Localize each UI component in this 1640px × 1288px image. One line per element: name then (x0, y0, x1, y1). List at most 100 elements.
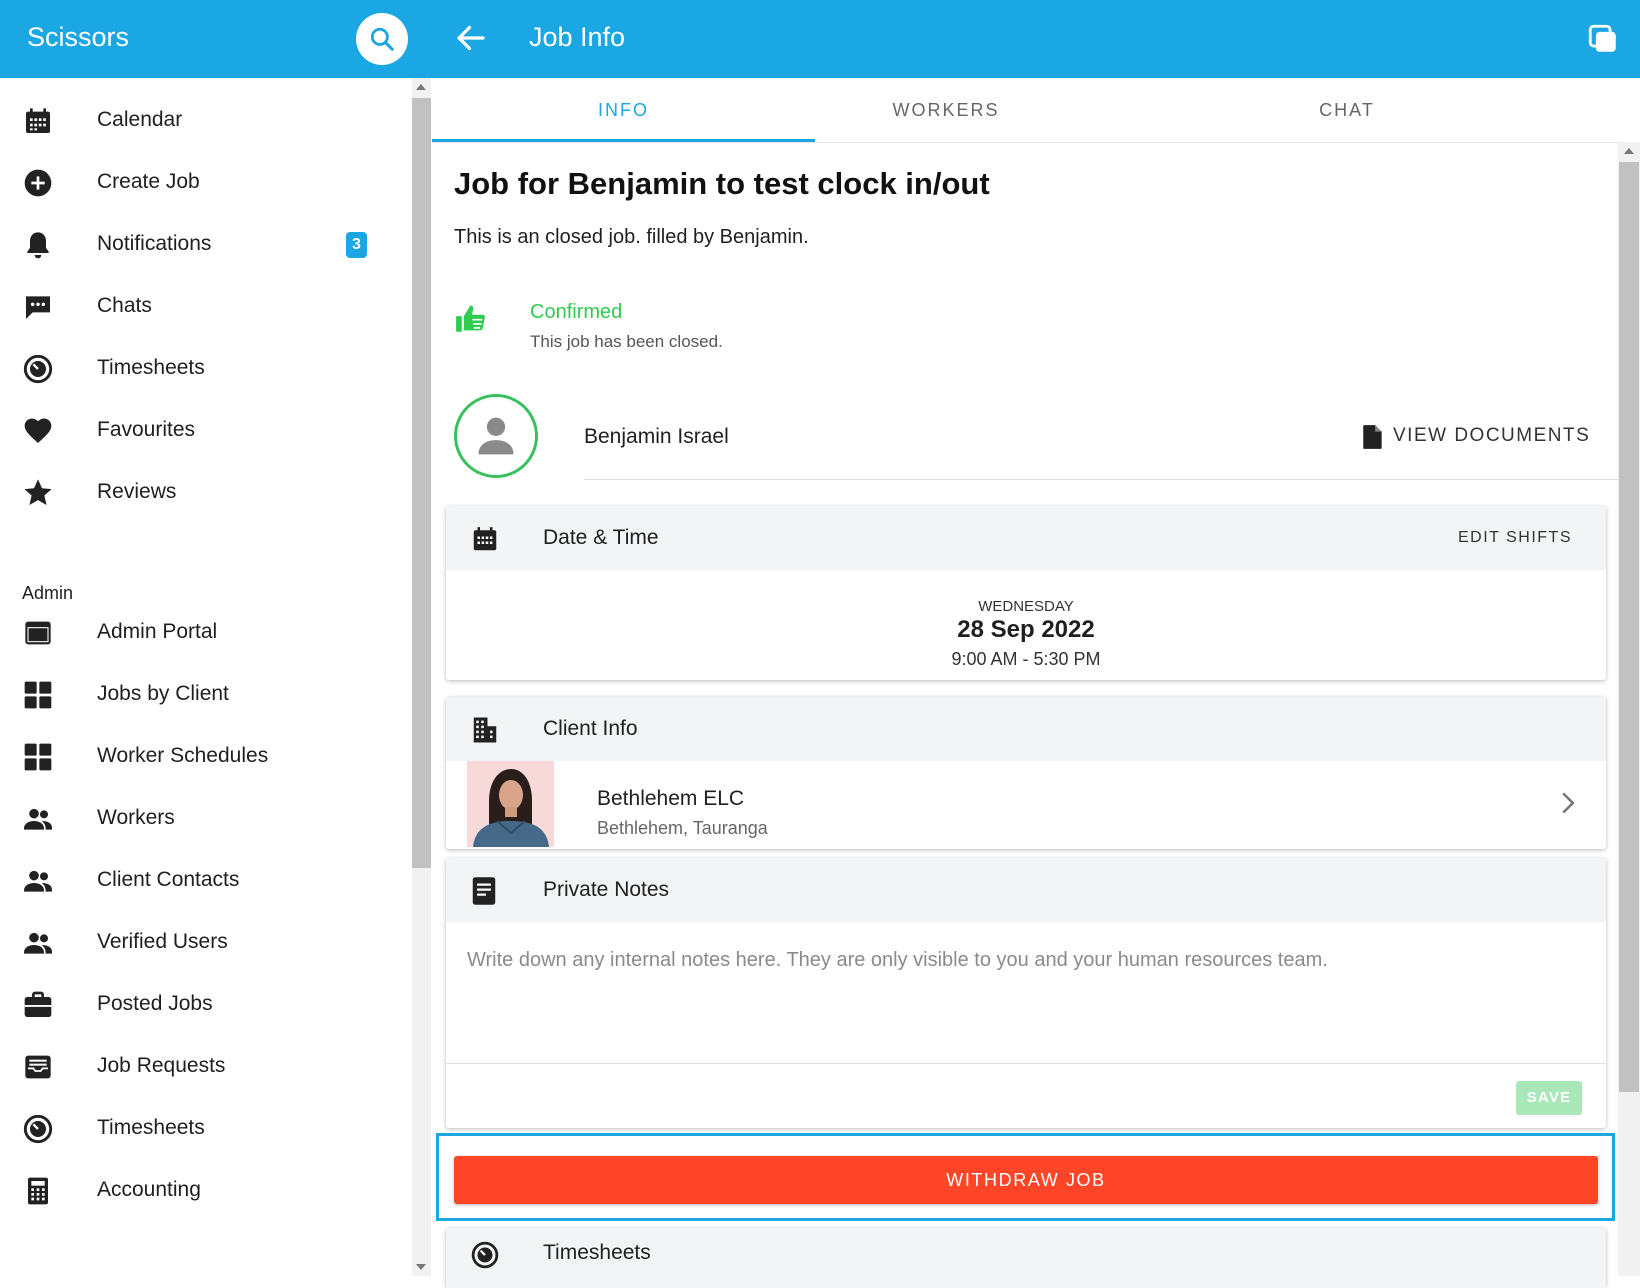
app-title: Scissors (27, 22, 130, 52)
person-icon (478, 417, 514, 455)
client-name: Bethlehem ELC (597, 787, 745, 810)
notification-count-badge: 3 (346, 232, 367, 258)
withdraw-job-button[interactable]: WITHDRAW JOB (454, 1156, 1598, 1204)
private-notes-title: Private Notes (543, 878, 670, 901)
calendar-icon (26, 108, 50, 133)
timer-icon (23, 354, 53, 384)
sidebar-scrollbar-thumb[interactable] (412, 98, 431, 868)
client-info-card-header: Client Info (446, 697, 1606, 761)
main-scroll-up-arrow[interactable] (1624, 148, 1634, 154)
sidebar-item-jobs-by-client[interactable]: Jobs by Client (0, 664, 410, 726)
top-app-bar: Scissors Job Info (0, 0, 1640, 78)
search-button[interactable] (356, 13, 408, 65)
sidebar-item-label: Workers (97, 806, 175, 829)
shift-date: 28 Sep 2022 (957, 616, 1095, 643)
copy-button[interactable] (1586, 22, 1620, 56)
tab-workers[interactable]: WORKERS (815, 78, 1077, 142)
sidebar-item-timesheets[interactable]: Timesheets (0, 338, 410, 400)
note-icon (472, 877, 496, 905)
sidebar-item-label: Worker Schedules (97, 744, 269, 767)
document-icon (1363, 425, 1382, 449)
date-time-title: Date & Time (543, 526, 659, 549)
sidebar-item-chats[interactable]: Chats (0, 276, 410, 338)
edit-shifts-button[interactable]: EDIT SHIFTS (1458, 529, 1572, 547)
job-title: Job for Benjamin to test clock in/out (454, 166, 990, 201)
page-title: Job Info (529, 22, 626, 52)
sidebar-item-accounting[interactable]: Accounting (0, 1160, 410, 1222)
sidebar-item-label: Timesheets (97, 1116, 205, 1139)
sidebar-item-workers[interactable]: Workers (0, 788, 410, 850)
sidebar-scroll-down-arrow[interactable] (416, 1264, 426, 1270)
client-portrait-image (467, 761, 554, 847)
sidebar-item-label: Calendar (97, 108, 183, 131)
sidebar-item-calendar[interactable]: Calendar (0, 90, 410, 152)
sidebar-item-label: Verified Users (97, 930, 228, 953)
sidebar-item-label: Admin Portal (97, 620, 218, 643)
sidebar-item-label: Jobs by Client (97, 682, 229, 705)
chevron-right-icon (1562, 792, 1575, 814)
sidebar-item-label: Reviews (97, 480, 177, 503)
date-time-card-header: Date & Time EDIT SHIFTS (446, 506, 1606, 570)
private-notes-card: Private Notes Write down any internal no… (446, 858, 1606, 1128)
bell-icon (27, 232, 49, 259)
sidebar-item-notifications[interactable]: Notifications 3 (0, 214, 410, 276)
worker-divider (584, 479, 1618, 480)
view-documents-button[interactable]: VIEW DOCUMENTS (1393, 425, 1590, 447)
sidebar-scroll-up-arrow[interactable] (416, 84, 426, 90)
client-location: Bethlehem, Tauranga (597, 818, 768, 838)
client-photo (467, 761, 554, 847)
timer-icon (471, 1241, 499, 1269)
sidebar-item-create-job[interactable]: Create Job (0, 152, 410, 214)
worker-avatar[interactable] (454, 394, 538, 478)
copy-icon (1588, 24, 1616, 52)
job-status-subtitle: This job has been closed. (530, 332, 723, 351)
shift-weekday: WEDNESDAY (978, 598, 1074, 615)
sidebar-item-worker-schedules[interactable]: Worker Schedules (0, 726, 410, 788)
sidebar-section-admin: Admin (22, 583, 74, 603)
sidebar-item-admin-timesheets[interactable]: Timesheets (0, 1098, 410, 1160)
date-time-card: Date & Time EDIT SHIFTS WEDNESDAY 28 Sep… (446, 506, 1606, 680)
sidebar-item-label: Notifications (97, 232, 212, 255)
briefcase-icon (24, 991, 52, 1017)
back-button[interactable] (453, 20, 489, 56)
sidebar-item-label: Accounting (97, 1178, 201, 1201)
main-scrollbar-thumb[interactable] (1619, 162, 1639, 1092)
sidebar-item-verified-users[interactable]: Verified Users (0, 912, 410, 974)
client-info-title: Client Info (543, 717, 638, 740)
sidebar-nav: Calendar Create Job Notifications 3 Chat… (0, 78, 410, 1276)
sidebar-item-job-requests[interactable]: Job Requests (0, 1036, 410, 1098)
sidebar-item-label: Chats (97, 294, 152, 317)
tab-info[interactable]: INFO (432, 78, 815, 142)
worker-name[interactable]: Benjamin Israel (584, 425, 729, 449)
calendar-icon (473, 527, 497, 551)
private-notes-card-header: Private Notes (446, 858, 1606, 922)
grid-icon (24, 681, 52, 709)
people-icon (24, 808, 52, 830)
people-icon (24, 870, 52, 892)
heart-icon (24, 418, 52, 443)
timer-icon (23, 1114, 53, 1144)
sidebar-item-client-contacts[interactable]: Client Contacts (0, 850, 410, 912)
tab-bar: INFO WORKERS CHAT (432, 78, 1640, 143)
sidebar-item-reviews[interactable]: Reviews (0, 462, 410, 524)
job-description: This is an closed job. filled by Benjami… (454, 226, 809, 248)
active-tab-indicator (432, 139, 815, 142)
shift-time-range: 9:00 AM - 5:30 PM (951, 649, 1101, 669)
people-icon (24, 932, 52, 954)
search-icon (370, 27, 394, 51)
timesheets-card-header: Timesheets (446, 1228, 1606, 1288)
chat-icon (26, 296, 50, 319)
sidebar-item-favourites[interactable]: Favourites (0, 400, 410, 462)
timesheets-title: Timesheets (543, 1241, 651, 1264)
sidebar-item-posted-jobs[interactable]: Posted Jobs (0, 974, 410, 1036)
thumbs-up-icon (456, 305, 485, 332)
sidebar-item-label: Favourites (97, 418, 196, 441)
sidebar-item-label: Job Requests (97, 1054, 226, 1077)
job-status-title: Confirmed (530, 301, 623, 323)
client-info-card: Client Info Bethlehem ELC Bethlehem, Tau… (446, 697, 1606, 849)
private-notes-input[interactable]: Write down any internal notes here. They… (467, 949, 1328, 972)
sidebar-item-admin-portal[interactable]: Admin Portal (0, 602, 410, 664)
tab-chat[interactable]: CHAT (1077, 78, 1617, 142)
sidebar-item-label: Posted Jobs (97, 992, 213, 1015)
save-notes-button[interactable]: SAVE (1516, 1081, 1582, 1115)
